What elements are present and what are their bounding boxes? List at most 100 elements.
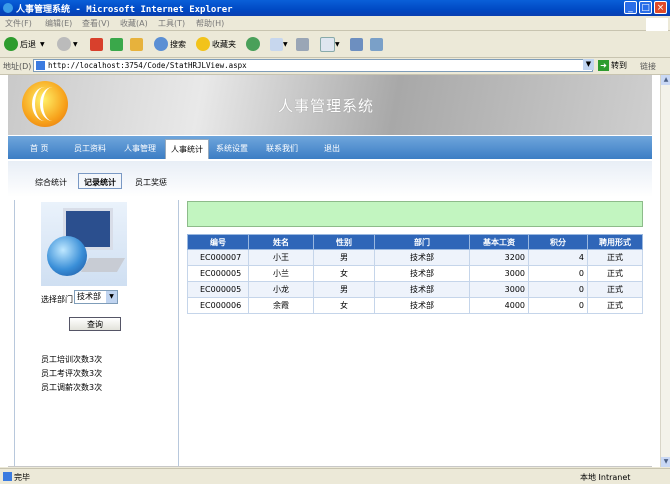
department-select[interactable]: 技术部 ▼ <box>74 290 118 304</box>
message-panel <box>187 201 643 227</box>
banner-title: 人事管理系统 <box>278 97 375 115</box>
maximize-button[interactable]: □ <box>639 1 652 14</box>
nav-hr-statistics[interactable]: 人事统计 <box>165 139 209 159</box>
mail-icon <box>270 37 283 51</box>
stat-training-count: 员工培训次数3次 <box>41 355 103 364</box>
address-input[interactable]: http://localhost:3754/Code/StatHRJLView.… <box>33 59 593 72</box>
menu-tools[interactable]: 工具(T) <box>158 18 185 29</box>
search-label: 搜索 <box>170 39 186 49</box>
cell-id: EC000005 <box>187 265 249 282</box>
page-content: 人事管理系统 首 页 员工资料 人事管理 人事统计 系统设置 联系我们 退出 综… <box>0 75 660 467</box>
edit-icon <box>320 36 335 52</box>
tab-record-stats[interactable]: 记录统计 <box>78 173 122 189</box>
address-url: http://localhost:3754/Code/StatHRJLView.… <box>48 61 247 70</box>
chevron-down-icon: ▼ <box>73 40 78 48</box>
status-text: 完毕 <box>14 473 30 482</box>
messenger-button[interactable] <box>370 36 383 52</box>
history-icon <box>246 37 260 51</box>
address-bar: 地址(D) http://localhost:3754/Code/StatHRJ… <box>0 58 670 75</box>
nav-employee-info[interactable]: 员工资料 <box>74 143 106 154</box>
menu-help[interactable]: 帮助(H) <box>196 18 224 29</box>
chevron-down-icon: ▼ <box>106 291 117 303</box>
tab-overall-stats[interactable]: 综合统计 <box>35 177 67 188</box>
cell-points: 0 <box>528 281 588 298</box>
nav-home[interactable]: 首 页 <box>30 143 49 154</box>
back-button[interactable]: 后退 ▼ <box>4 36 45 52</box>
home-button[interactable] <box>130 36 143 52</box>
star-icon <box>196 37 210 51</box>
nav-logout[interactable]: 退出 <box>324 143 340 154</box>
column-header-points: 积分 <box>528 234 588 250</box>
menu-favorites[interactable]: 收藏(A) <box>120 18 148 29</box>
globe-icon <box>47 236 87 276</box>
home-icon <box>130 37 143 51</box>
nav-system-settings[interactable]: 系统设置 <box>216 143 248 154</box>
minimize-button[interactable]: _ <box>624 1 637 14</box>
menu-view[interactable]: 查看(V) <box>82 18 110 29</box>
cell-department: 技术部 <box>374 281 470 298</box>
refresh-button[interactable] <box>110 36 123 52</box>
nav-contact-us[interactable]: 联系我们 <box>266 143 298 154</box>
cell-employment-type: 正式 <box>587 249 643 266</box>
menu-file[interactable]: 文件(F) <box>5 18 32 29</box>
stop-button[interactable] <box>90 36 103 52</box>
discuss-button[interactable] <box>350 36 363 52</box>
nav-hr-management[interactable]: 人事管理 <box>124 143 156 154</box>
cell-gender: 女 <box>313 297 375 314</box>
search-icon <box>154 37 168 51</box>
scroll-up-icon[interactable]: ▲ <box>661 75 670 85</box>
sidebar: 选择部门 技术部 ▼ 查询 员工培训次数3次 员工考评次数3次 员工调薪次数3次 <box>14 200 179 467</box>
cell-base-salary: 3000 <box>469 265 529 282</box>
keyboard-icon <box>80 258 126 272</box>
cell-id: EC000005 <box>187 281 249 298</box>
column-header-name: 姓名 <box>248 234 314 250</box>
cell-gender: 男 <box>313 281 375 298</box>
refresh-icon <box>110 37 123 51</box>
forward-button[interactable]: ▼ <box>57 36 78 52</box>
page-icon <box>3 472 12 481</box>
mail-button[interactable]: ▼ <box>270 36 288 52</box>
cell-gender: 女 <box>313 265 375 282</box>
chevron-down-icon: ▼ <box>335 40 340 48</box>
menu-bar: 文件(F) 编辑(E) 查看(V) 收藏(A) 工具(T) 帮助(H) <box>0 16 670 32</box>
column-header-department: 部门 <box>374 234 470 250</box>
cell-name: 余霞 <box>248 297 314 314</box>
search-button[interactable]: 搜索 <box>154 36 186 52</box>
department-label: 选择部门 <box>41 295 73 304</box>
column-header-employment-type: 聘用形式 <box>587 234 643 250</box>
favorites-label: 收藏夹 <box>212 39 236 49</box>
go-button[interactable]: ➜ 转到 <box>598 59 627 72</box>
history-button[interactable] <box>246 36 262 52</box>
links-button[interactable]: 链接 <box>640 61 656 72</box>
back-arrow-icon <box>4 37 18 51</box>
department-value: 技术部 <box>77 292 101 301</box>
tab-rewards-penalties[interactable]: 员工奖惩 <box>135 177 167 188</box>
cell-employment-type: 正式 <box>587 297 643 314</box>
page-icon <box>36 61 45 70</box>
cell-department: 技术部 <box>374 265 470 282</box>
cell-name: 小龙 <box>248 281 314 298</box>
cell-id: EC000006 <box>187 297 249 314</box>
scroll-down-icon[interactable]: ▼ <box>661 457 670 467</box>
query-button[interactable]: 查询 <box>69 317 121 331</box>
address-dropdown-icon[interactable]: ▼ <box>583 59 594 70</box>
chevron-down-icon: ▼ <box>283 40 288 48</box>
close-button[interactable]: × <box>654 1 667 14</box>
toolbar: 后退 ▼ ▼ 搜索 收藏夹 ▼ ▼ <box>0 31 670 58</box>
cell-employment-type: 正式 <box>587 265 643 282</box>
go-arrow-icon: ➜ <box>598 60 609 71</box>
column-header-id: 编号 <box>187 234 249 250</box>
cell-department: 技术部 <box>374 249 470 266</box>
vertical-scrollbar[interactable]: ▲ ▼ <box>660 75 670 467</box>
menu-edit[interactable]: 编辑(E) <box>45 18 72 29</box>
cell-base-salary: 4000 <box>469 297 529 314</box>
cell-points: 0 <box>528 297 588 314</box>
print-button[interactable] <box>296 36 309 52</box>
favorites-button[interactable]: 收藏夹 <box>196 36 236 52</box>
logo <box>22 81 68 127</box>
window-title-bar: 人事管理系统 - Microsoft Internet Explorer _ □… <box>0 0 670 16</box>
table-row: EC000005 小龙 男 技术部 3000 0 正式 <box>187 281 643 298</box>
edit-button[interactable]: ▼ <box>320 36 340 52</box>
column-header-gender: 性别 <box>313 234 375 250</box>
go-label: 转到 <box>611 61 627 70</box>
